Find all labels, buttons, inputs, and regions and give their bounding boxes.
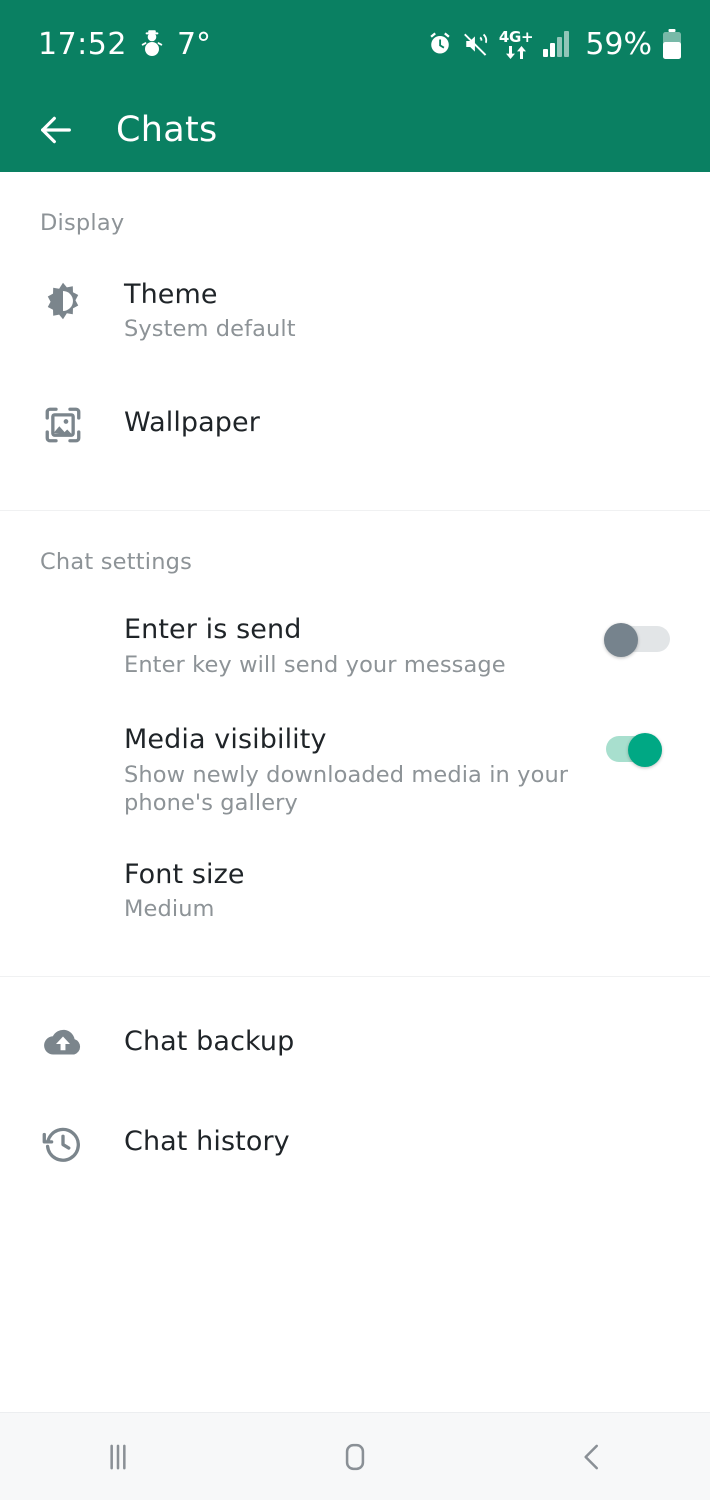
home-icon[interactable] [295,1413,415,1501]
status-bar-left: 17:52 7° [38,27,211,62]
setting-row-media-visibility[interactable]: Media visibility Show newly downloaded m… [0,723,710,817]
section-divider-2 [0,976,710,977]
system-navigation-bar [0,1412,710,1500]
toggle-enter-is-send[interactable] [604,623,670,653]
toggle-media-visibility[interactable] [596,733,662,763]
setting-row-wallpaper-body: Wallpaper [124,402,680,438]
snowman-icon [141,30,163,58]
setting-title-chat-history: Chat history [124,1122,680,1157]
setting-row-chat-backup[interactable]: Chat backup [0,1021,710,1067]
setting-row-media-visibility-body: Media visibility Show newly downloaded m… [124,723,576,817]
setting-row-theme[interactable]: Theme System default [0,278,710,344]
setting-title-theme: Theme [124,279,680,310]
setting-subtitle-font-size: Medium [124,896,680,924]
setting-row-theme-body: Theme System default [124,278,680,344]
cloud-upload-icon [40,1021,86,1067]
status-bar: 17:52 7° [0,0,710,88]
section-divider-1 [0,510,710,511]
setting-row-chat-history[interactable]: Chat history [0,1121,710,1167]
setting-row-chat-history-body: Chat history [124,1121,680,1157]
setting-row-enter-is-send[interactable]: Enter is send Enter key will send your m… [0,613,710,679]
setting-title-wallpaper: Wallpaper [124,403,680,438]
back-arrow-icon[interactable] [28,102,84,158]
settings-list: Display Theme System default [0,172,710,1412]
data-transfer-icon: 4G+ [499,30,533,59]
status-time: 17:52 [38,27,127,62]
wallpaper-image-icon [40,402,86,448]
toggle-thumb [628,733,662,767]
theme-brightness-icon [40,278,86,324]
alarm-icon [427,31,453,57]
setting-row-font-size-body: Font size Medium [124,858,680,924]
setting-row-chat-backup-body: Chat backup [124,1021,680,1057]
battery-icon [662,29,682,59]
section-header-display: Display [0,210,710,236]
battery-percent: 59% [585,27,652,62]
page-title: Chats [116,110,218,150]
recents-icon[interactable] [58,1413,178,1501]
setting-subtitle-media-visibility: Show newly downloaded media in your phon… [124,762,576,818]
section-header-chat-settings: Chat settings [0,549,710,575]
signal-bars-icon [543,31,571,57]
status-temperature: 7° [177,27,211,62]
status-bar-right: 4G+ 59% [427,27,682,62]
toggle-thumb [604,623,638,657]
mute-vibrate-icon [463,31,489,57]
setting-row-enter-is-send-body: Enter is send Enter key will send your m… [124,613,584,679]
setting-title-font-size: Font size [124,859,680,890]
app-bar: Chats [0,88,710,172]
setting-title-media-visibility: Media visibility [124,724,576,755]
setting-title-enter-is-send: Enter is send [124,614,584,645]
setting-row-font-size[interactable]: Font size Medium [0,858,710,924]
network-label: 4G+ [499,30,533,45]
nav-back-icon[interactable] [532,1413,652,1501]
history-clock-icon [40,1121,86,1167]
setting-row-wallpaper[interactable]: Wallpaper [0,402,710,448]
phone-screen: 17:52 7° [0,0,710,1500]
setting-subtitle-theme: System default [124,316,680,344]
setting-subtitle-enter-is-send: Enter key will send your message [124,652,584,680]
setting-title-chat-backup: Chat backup [124,1022,680,1057]
